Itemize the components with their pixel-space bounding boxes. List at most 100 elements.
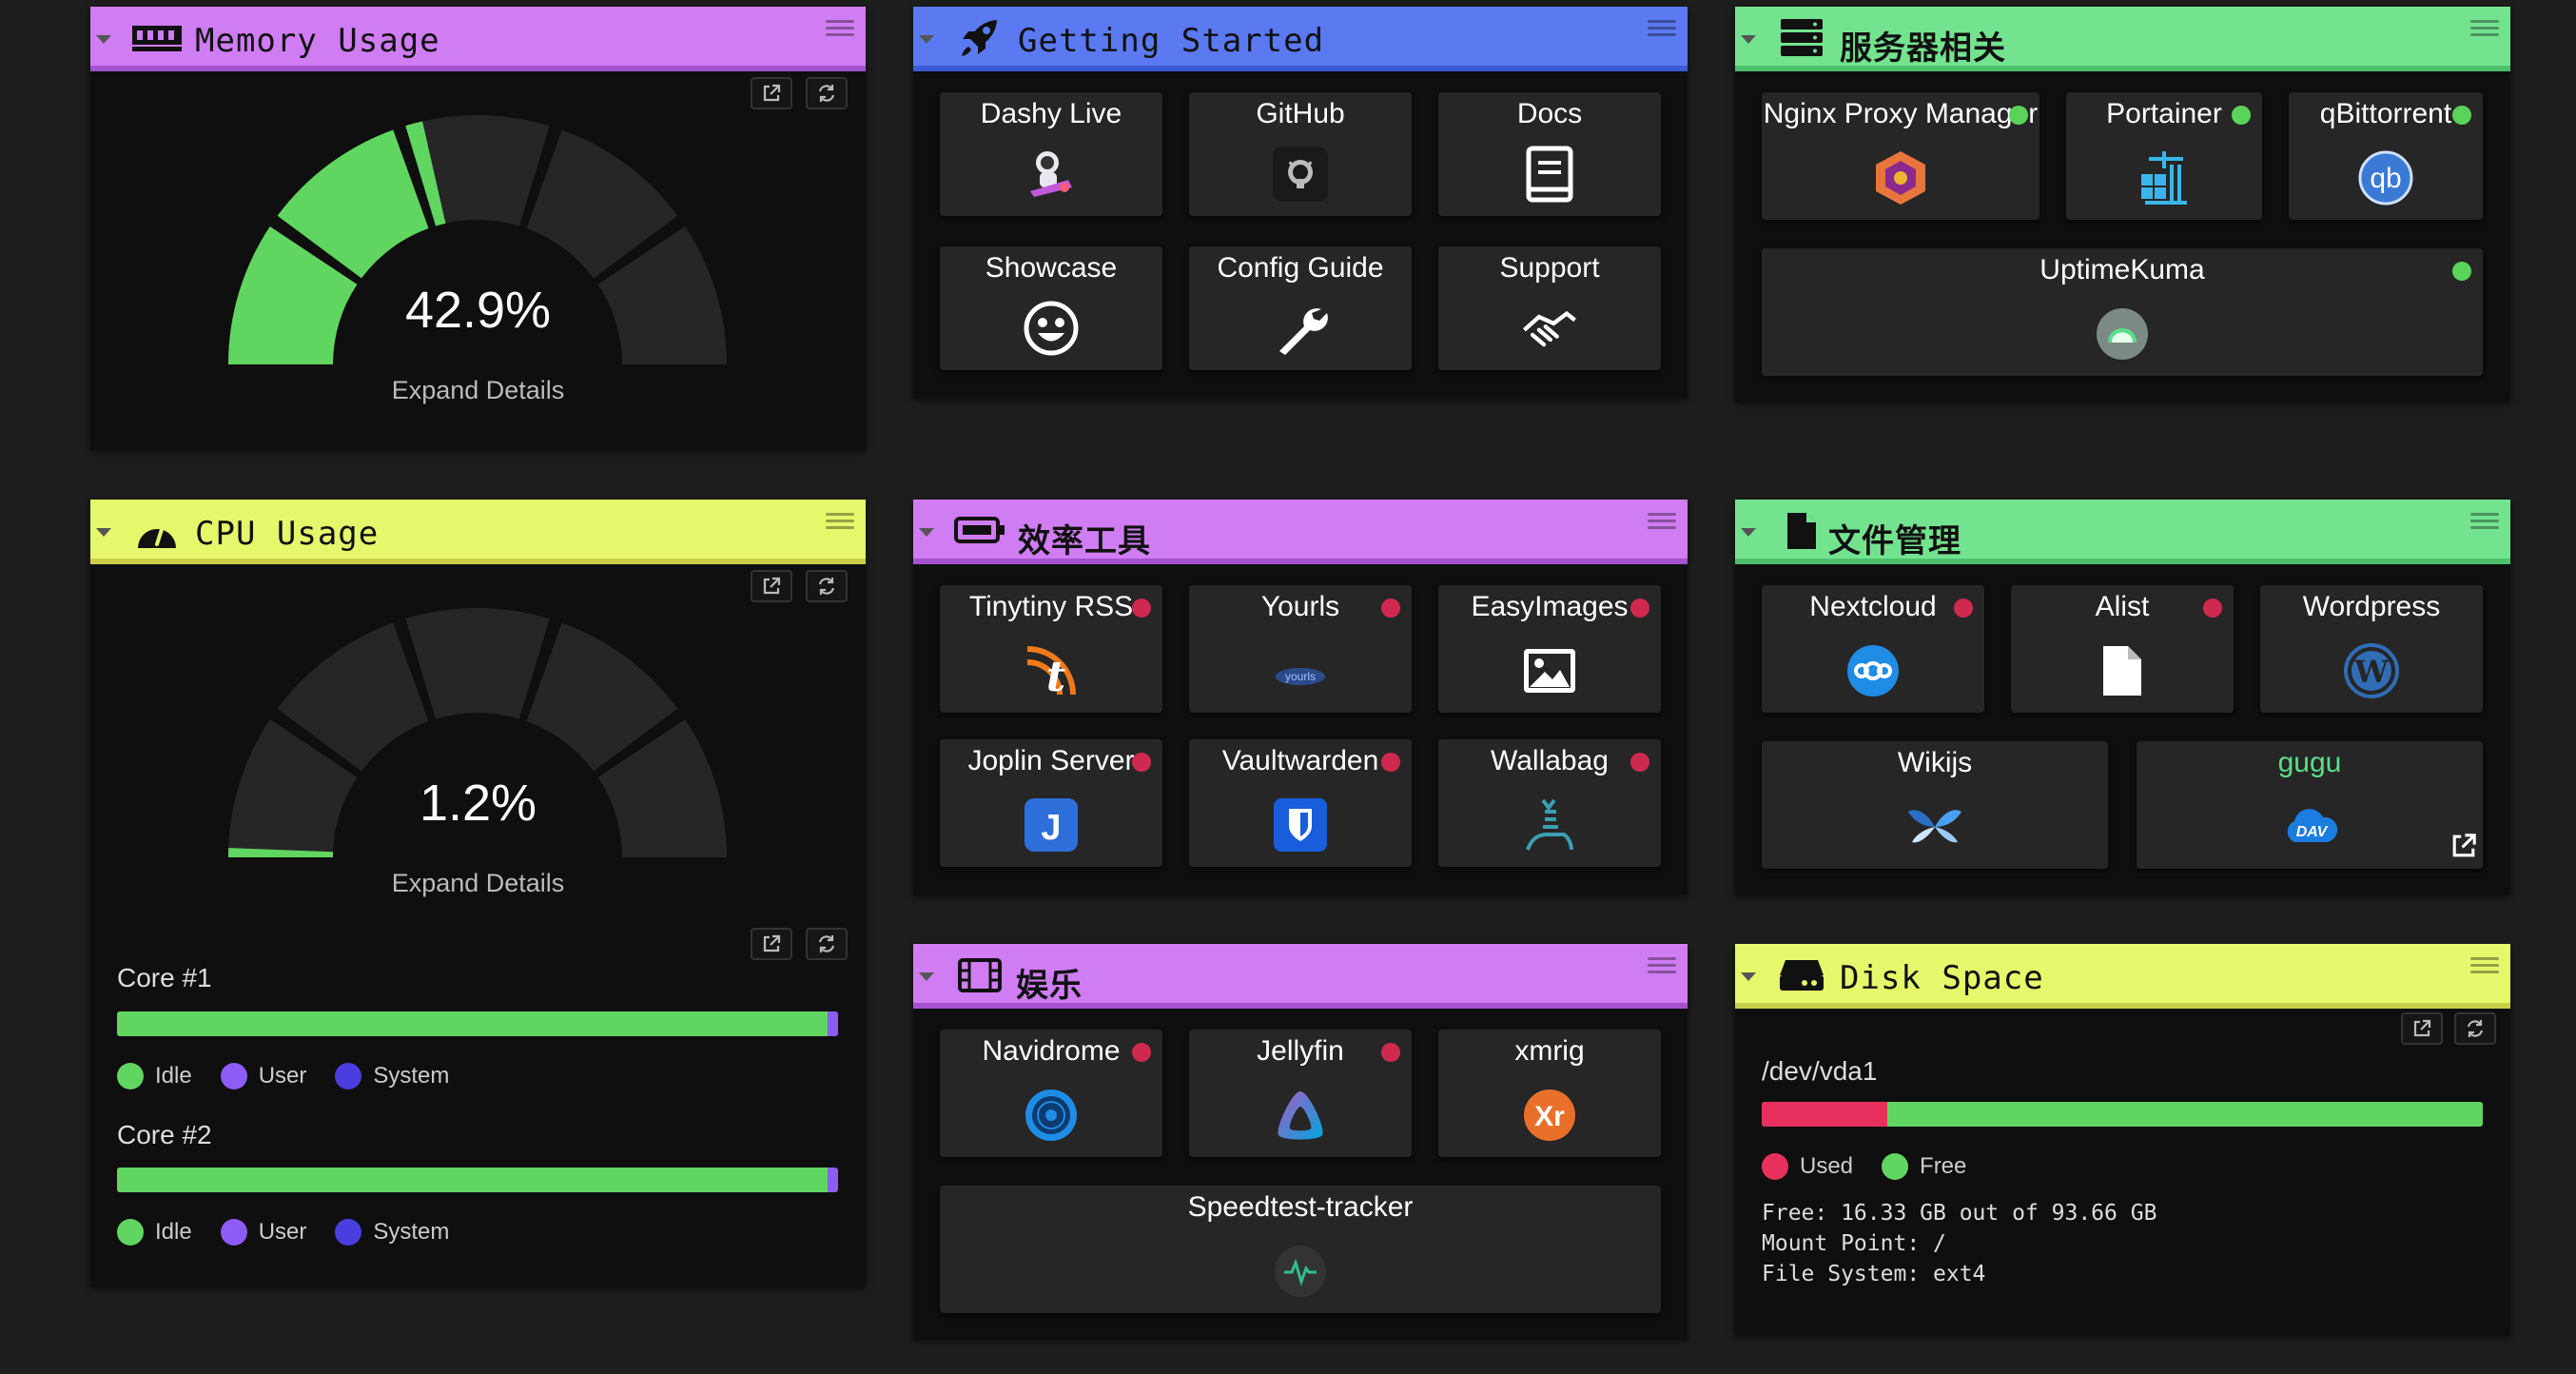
tile-nginx-proxy-manager[interactable]: Nginx Proxy Manager [1762, 92, 2039, 220]
webdav-cloud-icon: DAV [2281, 798, 2338, 855]
tile-dashy-live[interactable]: Dashy Live [940, 92, 1162, 216]
getting-started-title: Getting Started [1018, 22, 1325, 60]
refresh-button[interactable] [2454, 1012, 2496, 1045]
section-options-icon[interactable] [2470, 953, 2499, 978]
refresh-button[interactable] [806, 928, 848, 960]
tile-github[interactable]: GitHub [1189, 92, 1412, 216]
section-options-icon[interactable] [2470, 16, 2499, 41]
status-online-indicator [2009, 106, 2028, 125]
tile-gugu[interactable]: gugu DAV [2137, 741, 2483, 869]
external-link-icon[interactable] [2450, 833, 2477, 863]
collapse-caret-icon[interactable] [919, 528, 934, 537]
tile-wordpress[interactable]: Wordpress W [2260, 585, 2483, 713]
svg-text:t: t [1046, 653, 1065, 698]
tinytiny-rss-icon: t [1023, 642, 1080, 699]
tile-wikijs[interactable]: Wikijs [1762, 741, 2108, 869]
files-section: 文件管理 Nextcloud Alist Wordpress W Wikijs … [1735, 500, 2510, 895]
status-offline-indicator [1630, 753, 1649, 772]
refresh-icon [818, 935, 835, 952]
tile-wallabag[interactable]: Wallabag [1438, 739, 1661, 867]
core-2-legend: Idle User System [117, 1219, 478, 1246]
getting-started-section: Getting Started Dashy Live GitHub Docs S… [913, 7, 1688, 399]
section-options-icon[interactable] [1648, 16, 1676, 41]
tile-alist[interactable]: Alist [2011, 585, 2234, 713]
section-options-icon[interactable] [826, 16, 854, 41]
status-offline-indicator [1954, 599, 1973, 618]
open-external-button[interactable] [2401, 1012, 2443, 1045]
files-header[interactable]: 文件管理 [1735, 500, 2510, 564]
collapse-caret-icon[interactable] [919, 972, 934, 981]
cpu-usage-header[interactable]: CPU Usage [90, 500, 866, 564]
tile-easyimages[interactable]: EasyImages [1438, 585, 1661, 713]
disk-mount-text: Mount Point: / [1762, 1231, 1946, 1256]
collapse-caret-icon[interactable] [1741, 972, 1756, 981]
wikijs-icon [1906, 798, 1963, 855]
qbittorrent-icon: qb [2357, 149, 2414, 206]
collapse-caret-icon[interactable] [96, 528, 111, 537]
server-header[interactable]: 服务器相关 [1735, 7, 2510, 71]
tile-navidrome[interactable]: Navidrome [940, 1030, 1162, 1157]
section-options-icon[interactable] [826, 509, 854, 534]
collapse-caret-icon[interactable] [1741, 528, 1756, 537]
tile-qbittorrent[interactable]: qBittorrent qb [2289, 92, 2483, 220]
tools-title: 效率工具 [1018, 522, 1151, 560]
entertainment-header[interactable]: 娱乐 [913, 944, 1688, 1009]
tile-nextcloud[interactable]: Nextcloud [1762, 585, 1984, 713]
svg-text:W: W [2353, 654, 2390, 690]
collapse-caret-icon[interactable] [919, 35, 934, 44]
files-title: 文件管理 [1828, 522, 1961, 560]
tile-speedtest-tracker[interactable]: Speedtest-tracker [940, 1186, 1661, 1313]
entertainment-title: 娱乐 [1016, 967, 1083, 1005]
status-online-indicator [2452, 106, 2471, 125]
tile-config-guide[interactable]: Config Guide [1189, 246, 1412, 370]
memory-usage-header[interactable]: Memory Usage [90, 7, 866, 71]
core-2-label: Core #2 [117, 1120, 212, 1149]
wordpress-icon: W [2343, 642, 2400, 699]
svg-text:DAV: DAV [2296, 824, 2329, 840]
svg-text:qb: qb [2370, 163, 2401, 194]
tile-vaultwarden[interactable]: Vaultwarden [1189, 739, 1412, 867]
external-link-icon [2413, 1019, 2431, 1037]
film-icon [953, 957, 1006, 993]
open-external-button[interactable] [751, 928, 792, 960]
status-online-indicator [2232, 106, 2251, 125]
disk-space-header[interactable]: Disk Space [1735, 944, 2510, 1009]
tile-showcase[interactable]: Showcase [940, 246, 1162, 370]
cpu-usage-widget: CPU Usage 1.2% Expand Details Core #1 Id… [90, 500, 866, 1287]
collapse-caret-icon[interactable] [1741, 35, 1756, 44]
section-options-icon[interactable] [2470, 509, 2499, 534]
status-offline-indicator [1381, 1043, 1400, 1062]
tile-xmrig[interactable]: xmrig Xr [1438, 1030, 1661, 1157]
smiley-icon [1023, 300, 1080, 357]
memory-expand-details[interactable]: Expand Details [90, 376, 866, 405]
image-icon [1521, 642, 1578, 699]
status-offline-indicator [1381, 599, 1400, 618]
pulse-icon [1272, 1243, 1329, 1300]
external-link-icon [763, 934, 781, 952]
legend-idle: Idle [155, 1063, 192, 1089]
tools-header[interactable]: 效率工具 [913, 500, 1688, 564]
tile-joplin-server[interactable]: Joplin Server J [940, 739, 1162, 867]
tile-yourls[interactable]: Yourls yourls [1189, 585, 1412, 713]
cpu-usage-title: CPU Usage [195, 515, 380, 553]
joplin-icon: J [1023, 796, 1080, 854]
server-title: 服务器相关 [1840, 29, 2006, 68]
github-icon [1272, 146, 1329, 203]
getting-started-header[interactable]: Getting Started [913, 7, 1688, 71]
core-1-bar [117, 1011, 838, 1036]
tile-portainer[interactable]: Portainer [2066, 92, 2262, 220]
status-offline-indicator [1132, 1043, 1151, 1062]
status-offline-indicator [2203, 599, 2222, 618]
cpu-expand-details[interactable]: Expand Details [90, 869, 866, 898]
collapse-caret-icon[interactable] [96, 35, 111, 44]
tile-docs[interactable]: Docs [1438, 92, 1661, 216]
memory-icon [130, 20, 184, 56]
tile-tinytiny-rss[interactable]: Tinytiny RSS t [940, 585, 1162, 713]
section-options-icon[interactable] [1648, 509, 1676, 534]
server-icon [1775, 19, 1828, 56]
tile-uptimekuma[interactable]: UptimeKuma [1762, 248, 2483, 376]
navidrome-icon [1023, 1087, 1080, 1144]
section-options-icon[interactable] [1648, 953, 1676, 978]
tile-jellyfin[interactable]: Jellyfin [1189, 1030, 1412, 1157]
tile-support[interactable]: Support [1438, 246, 1661, 370]
